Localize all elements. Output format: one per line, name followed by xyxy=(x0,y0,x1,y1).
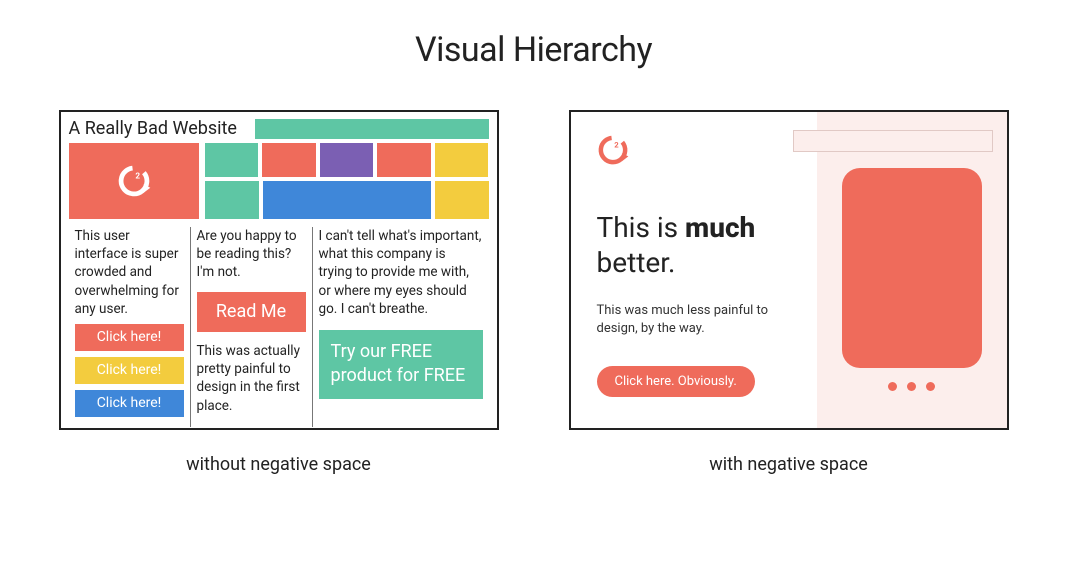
svg-text:2: 2 xyxy=(614,140,619,149)
heading-post: better. xyxy=(597,246,676,279)
read-me-button[interactable]: Read Me xyxy=(197,292,306,332)
swatch-blue xyxy=(263,181,431,219)
dot-icon[interactable] xyxy=(907,382,916,391)
hero-card xyxy=(842,168,982,368)
click-here-button[interactable]: Click here! xyxy=(75,324,184,351)
bad-col2-text-top: Are you happy to be reading this? I'm no… xyxy=(197,227,306,282)
g2-logo-icon: 2 xyxy=(117,164,151,198)
swatch-yellow xyxy=(435,143,489,177)
page-title: Visual Hierarchy xyxy=(0,0,1067,70)
free-product-cta[interactable]: Try our FREE product for FREE xyxy=(319,330,483,399)
heading-pre: This is xyxy=(597,211,686,244)
dot-icon[interactable] xyxy=(926,382,935,391)
swatch-purple xyxy=(320,143,374,177)
carousel-dots[interactable] xyxy=(888,382,935,391)
swatch-coral xyxy=(377,143,431,177)
decorative-bar xyxy=(255,119,489,139)
good-heading: This is much better. xyxy=(597,210,791,280)
swatch-coral xyxy=(262,143,316,177)
click-here-button[interactable]: Click here! xyxy=(75,390,184,417)
heading-bold: much xyxy=(685,211,755,244)
search-input[interactable] xyxy=(793,130,993,152)
bad-col1-text: This user interface is super crowded and… xyxy=(75,227,184,318)
click-here-button[interactable]: Click here! xyxy=(75,357,184,384)
dot-icon[interactable] xyxy=(888,382,897,391)
left-caption: without negative space xyxy=(186,454,371,475)
swatch-teal xyxy=(205,181,259,219)
good-example-panel: 2 This is much better. This was much les… xyxy=(569,110,1009,430)
good-subtext: This was much less painful to design, by… xyxy=(597,302,791,338)
bad-logo-box: 2 xyxy=(69,143,199,219)
swatch-yellow xyxy=(435,181,489,219)
right-caption: with negative space xyxy=(709,454,868,475)
bad-site-title: A Really Bad Website xyxy=(69,118,237,139)
swatch-teal xyxy=(205,143,259,177)
bad-col3-text: I can't tell what's important, what this… xyxy=(319,227,483,318)
bad-example-panel: A Really Bad Website 2 xyxy=(59,110,499,430)
g2-logo-icon: 2 xyxy=(597,134,629,166)
click-here-obviously-button[interactable]: Click here. Obviously. xyxy=(597,366,755,397)
bad-col2-text-bottom: This was actually pretty painful to desi… xyxy=(197,342,306,415)
color-grid xyxy=(205,143,489,219)
svg-text:2: 2 xyxy=(135,170,140,180)
